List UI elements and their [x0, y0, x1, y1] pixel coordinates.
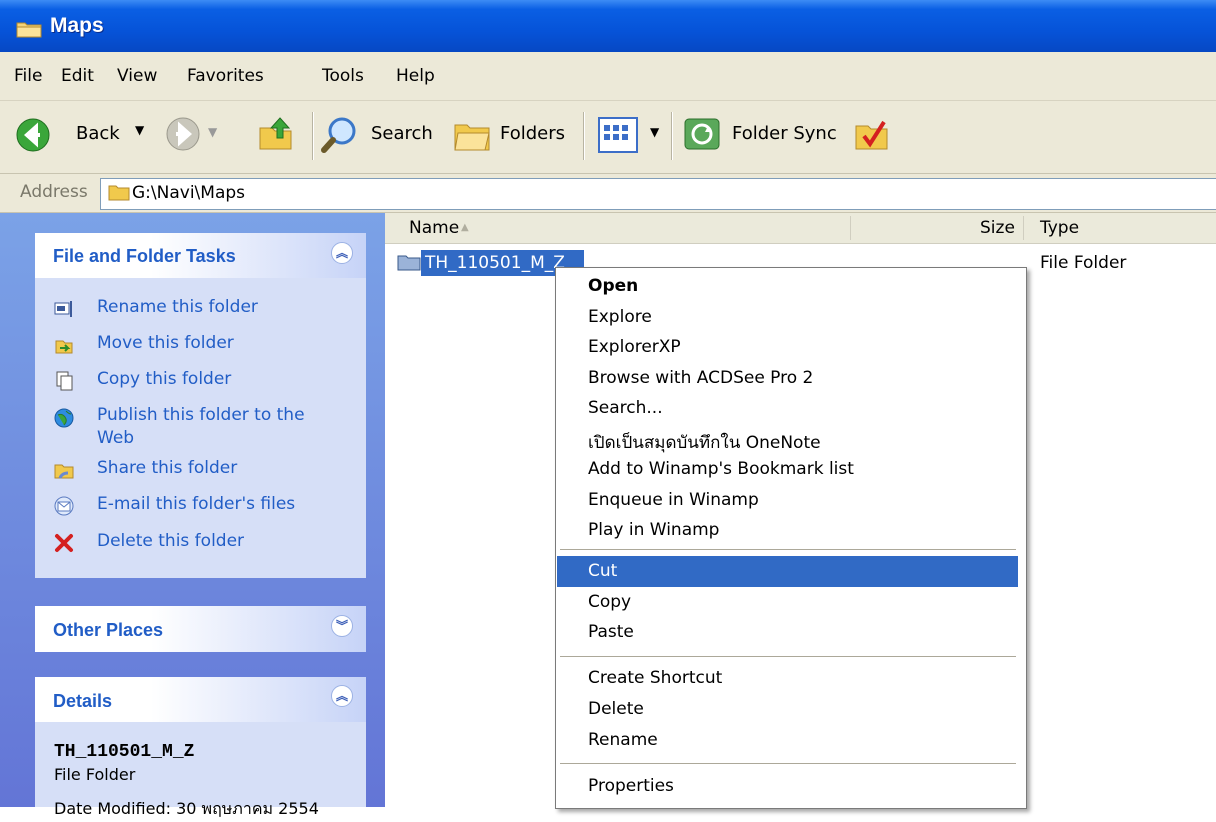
- views-icon[interactable]: [598, 117, 638, 153]
- address-path[interactable]: G:\Navi\Maps: [132, 183, 245, 203]
- expand-chevron-icon[interactable]: ︾: [331, 615, 353, 637]
- menu-edit[interactable]: Edit: [61, 66, 94, 86]
- menu-item-cut[interactable]: Cut: [588, 561, 617, 581]
- up-folder-button[interactable]: [256, 114, 296, 154]
- menu-highlight: [557, 556, 1018, 587]
- menu-item-open[interactable]: Open: [588, 276, 638, 296]
- menu-item-explore[interactable]: Explore: [588, 307, 652, 327]
- forward-dropdown-icon[interactable]: ▼: [208, 125, 217, 139]
- column-divider[interactable]: [1023, 216, 1024, 240]
- delete-folder-link[interactable]: Delete this folder: [97, 531, 244, 551]
- back-dropdown-icon[interactable]: ▼: [135, 123, 144, 137]
- details-name: TH_110501_M_Z: [54, 742, 195, 762]
- folder-check-icon[interactable]: [852, 114, 892, 154]
- column-name[interactable]: Name: [409, 218, 459, 238]
- folders-icon[interactable]: [452, 115, 492, 155]
- share-folder-link[interactable]: Share this folder: [97, 458, 237, 478]
- column-size[interactable]: Size: [980, 218, 1015, 238]
- menu-separator: [560, 656, 1016, 657]
- menu-item-acdsee[interactable]: Browse with ACDSee Pro 2: [588, 368, 813, 388]
- rename-folder-link[interactable]: Rename this folder: [97, 297, 258, 317]
- globe-icon: [54, 408, 74, 428]
- move-icon: [55, 340, 73, 354]
- menu-item-rename[interactable]: Rename: [588, 730, 658, 750]
- menu-item-onenote[interactable]: เปิดเป็นสมุดบันทึกใน OneNote: [588, 429, 821, 456]
- details-title[interactable]: Details: [53, 691, 112, 712]
- back-arrow-icon: [16, 118, 50, 152]
- address-input[interactable]: [100, 178, 1216, 210]
- other-places-title[interactable]: Other Places: [53, 620, 163, 641]
- sort-ascending-icon: ▲: [461, 222, 469, 233]
- folders-label[interactable]: Folders: [500, 123, 565, 144]
- details-modified: Date Modified: 30 พฤษภาคม 2554: [54, 799, 319, 818]
- menu-item-paste[interactable]: Paste: [588, 622, 634, 642]
- menu-favorites[interactable]: Favorites: [187, 66, 264, 86]
- details-type: File Folder: [54, 765, 136, 784]
- share-icon: [54, 464, 74, 479]
- menu-item-properties[interactable]: Properties: [588, 776, 674, 796]
- menu-item-create-shortcut[interactable]: Create Shortcut: [588, 668, 722, 688]
- copy-icon: [56, 371, 73, 391]
- title-bar: [0, 0, 1216, 52]
- menu-item-winamp-play[interactable]: Play in Winamp: [588, 520, 719, 540]
- collapse-chevron-icon[interactable]: ︽: [331, 685, 353, 707]
- address-label: Address: [20, 182, 88, 202]
- copy-folder-link[interactable]: Copy this folder: [97, 369, 231, 389]
- column-type[interactable]: Type: [1040, 218, 1079, 238]
- forward-button[interactable]: [166, 117, 200, 151]
- menu-item-search[interactable]: Search...: [588, 398, 663, 418]
- toolbar-separator: [671, 112, 673, 160]
- toolbar-separator: [312, 112, 314, 160]
- delete-icon: [55, 534, 73, 552]
- window-title: Maps: [50, 14, 104, 37]
- menu-help[interactable]: Help: [396, 66, 435, 86]
- back-label: Back: [76, 123, 120, 144]
- move-folder-link[interactable]: Move this folder: [97, 333, 234, 353]
- menu-item-delete[interactable]: Delete: [588, 699, 644, 719]
- menu-item-copy[interactable]: Copy: [588, 592, 631, 612]
- publish-folder-link[interactable]: Publish this folder to the: [97, 405, 305, 425]
- folder-icon: [108, 185, 130, 201]
- publish-folder-link-line2[interactable]: Web: [97, 428, 134, 448]
- folder-sync-label[interactable]: Folder Sync: [732, 123, 837, 144]
- search-label[interactable]: Search: [371, 123, 433, 144]
- menu-tools[interactable]: Tools: [322, 66, 364, 86]
- folder-sync-icon[interactable]: [682, 114, 722, 154]
- file-row-type: File Folder: [1040, 253, 1127, 273]
- menu-separator: [560, 549, 1016, 550]
- menu-bar: [0, 52, 1216, 101]
- collapse-chevron-icon[interactable]: ︽: [331, 242, 353, 264]
- toolbar-separator: [583, 112, 585, 160]
- folder-icon: [397, 255, 421, 271]
- menu-separator: [560, 763, 1016, 764]
- email-files-link[interactable]: E-mail this folder's files: [97, 494, 295, 514]
- menu-item-winamp-bookmark[interactable]: Add to Winamp's Bookmark list: [588, 459, 854, 479]
- views-dropdown-icon[interactable]: ▼: [650, 125, 659, 139]
- menu-file[interactable]: File: [14, 66, 42, 86]
- rename-icon: [54, 301, 72, 317]
- column-divider[interactable]: [850, 216, 851, 240]
- tasks-panel-title[interactable]: File and Folder Tasks: [53, 246, 236, 267]
- menu-item-winamp-enqueue[interactable]: Enqueue in Winamp: [588, 490, 759, 510]
- column-headers: [385, 213, 1216, 244]
- menu-item-explorerxp[interactable]: ExplorerXP: [588, 337, 681, 357]
- menu-view[interactable]: View: [117, 66, 157, 86]
- search-icon[interactable]: [320, 115, 360, 155]
- folder-icon: [16, 20, 42, 38]
- email-icon: [54, 496, 74, 516]
- back-button[interactable]: [10, 115, 70, 157]
